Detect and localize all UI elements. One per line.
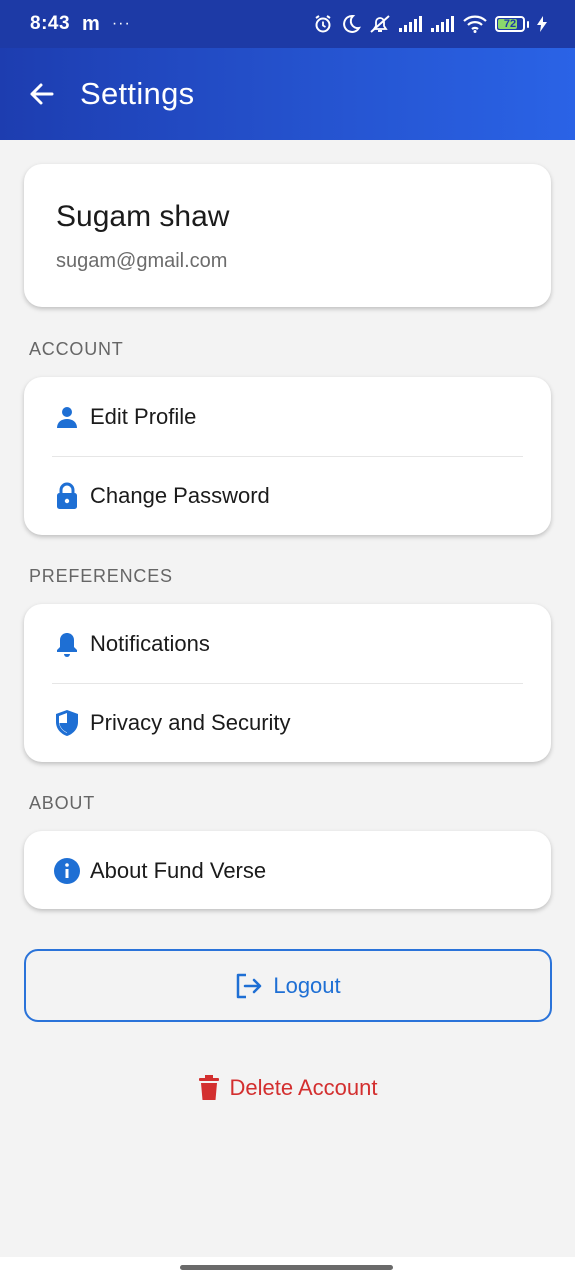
status-left: 8:43 m ···	[30, 13, 131, 36]
delete-account-button[interactable]: Delete Account	[0, 1068, 575, 1108]
arrow-left-icon	[30, 83, 54, 105]
charging-icon	[537, 16, 547, 32]
about-card: About Fund Verse	[24, 831, 551, 909]
about-fund-verse-label: About Fund Verse	[90, 857, 267, 883]
info-icon	[52, 856, 82, 886]
logout-icon	[237, 973, 262, 998]
lock-icon	[52, 481, 82, 511]
status-right: 72	[313, 14, 547, 34]
account-card: Edit Profile Change Password	[24, 377, 551, 535]
delete-account-label: Delete Account	[229, 1075, 378, 1100]
profile-name: Sugam shaw	[56, 200, 230, 233]
edit-profile-label: Edit Profile	[90, 403, 197, 429]
privacy-security-label: Privacy and Security	[90, 709, 291, 735]
change-password-item[interactable]: Change Password	[24, 456, 551, 535]
bell-icon	[52, 629, 82, 659]
about-fund-verse-item[interactable]: About Fund Verse	[24, 831, 551, 910]
mute-icon	[369, 14, 391, 34]
change-password-label: Change Password	[90, 482, 270, 508]
logout-label: Logout	[273, 972, 341, 998]
profile-card: Sugam shaw sugam@gmail.com	[24, 164, 551, 307]
wifi-icon	[463, 15, 487, 33]
profile-email: sugam@gmail.com	[56, 250, 228, 272]
trash-icon	[198, 1075, 219, 1100]
logout-button[interactable]: Logout	[24, 949, 552, 1022]
shield-icon	[52, 708, 82, 738]
notifications-label: Notifications	[90, 630, 210, 656]
home-indicator[interactable]	[180, 1265, 393, 1270]
page-title: Settings	[80, 76, 195, 111]
signal-icon	[399, 16, 423, 32]
edit-profile-item[interactable]: Edit Profile	[24, 377, 551, 456]
battery-icon: 72	[495, 16, 529, 32]
section-label-preferences: PREFERENCES	[29, 566, 173, 586]
person-icon	[52, 402, 82, 432]
notification-m-icon: m	[82, 12, 100, 35]
more-notifications-icon: ···	[111, 15, 131, 32]
app-bar: Settings	[0, 48, 575, 140]
battery-level: 72	[503, 18, 517, 30]
back-button[interactable]	[26, 79, 56, 109]
moon-icon	[341, 14, 361, 34]
alarm-icon	[313, 14, 333, 34]
privacy-security-item[interactable]: Privacy and Security	[24, 683, 551, 762]
section-label-about: ABOUT	[29, 793, 96, 813]
signal-icon	[431, 16, 455, 32]
status-bar: 8:43 m ··· 72	[0, 0, 575, 48]
section-label-account: ACCOUNT	[29, 339, 124, 359]
status-time: 8:43	[30, 13, 71, 34]
preferences-card: Notifications Privacy and Security	[24, 604, 551, 762]
notifications-item[interactable]: Notifications	[24, 604, 551, 683]
